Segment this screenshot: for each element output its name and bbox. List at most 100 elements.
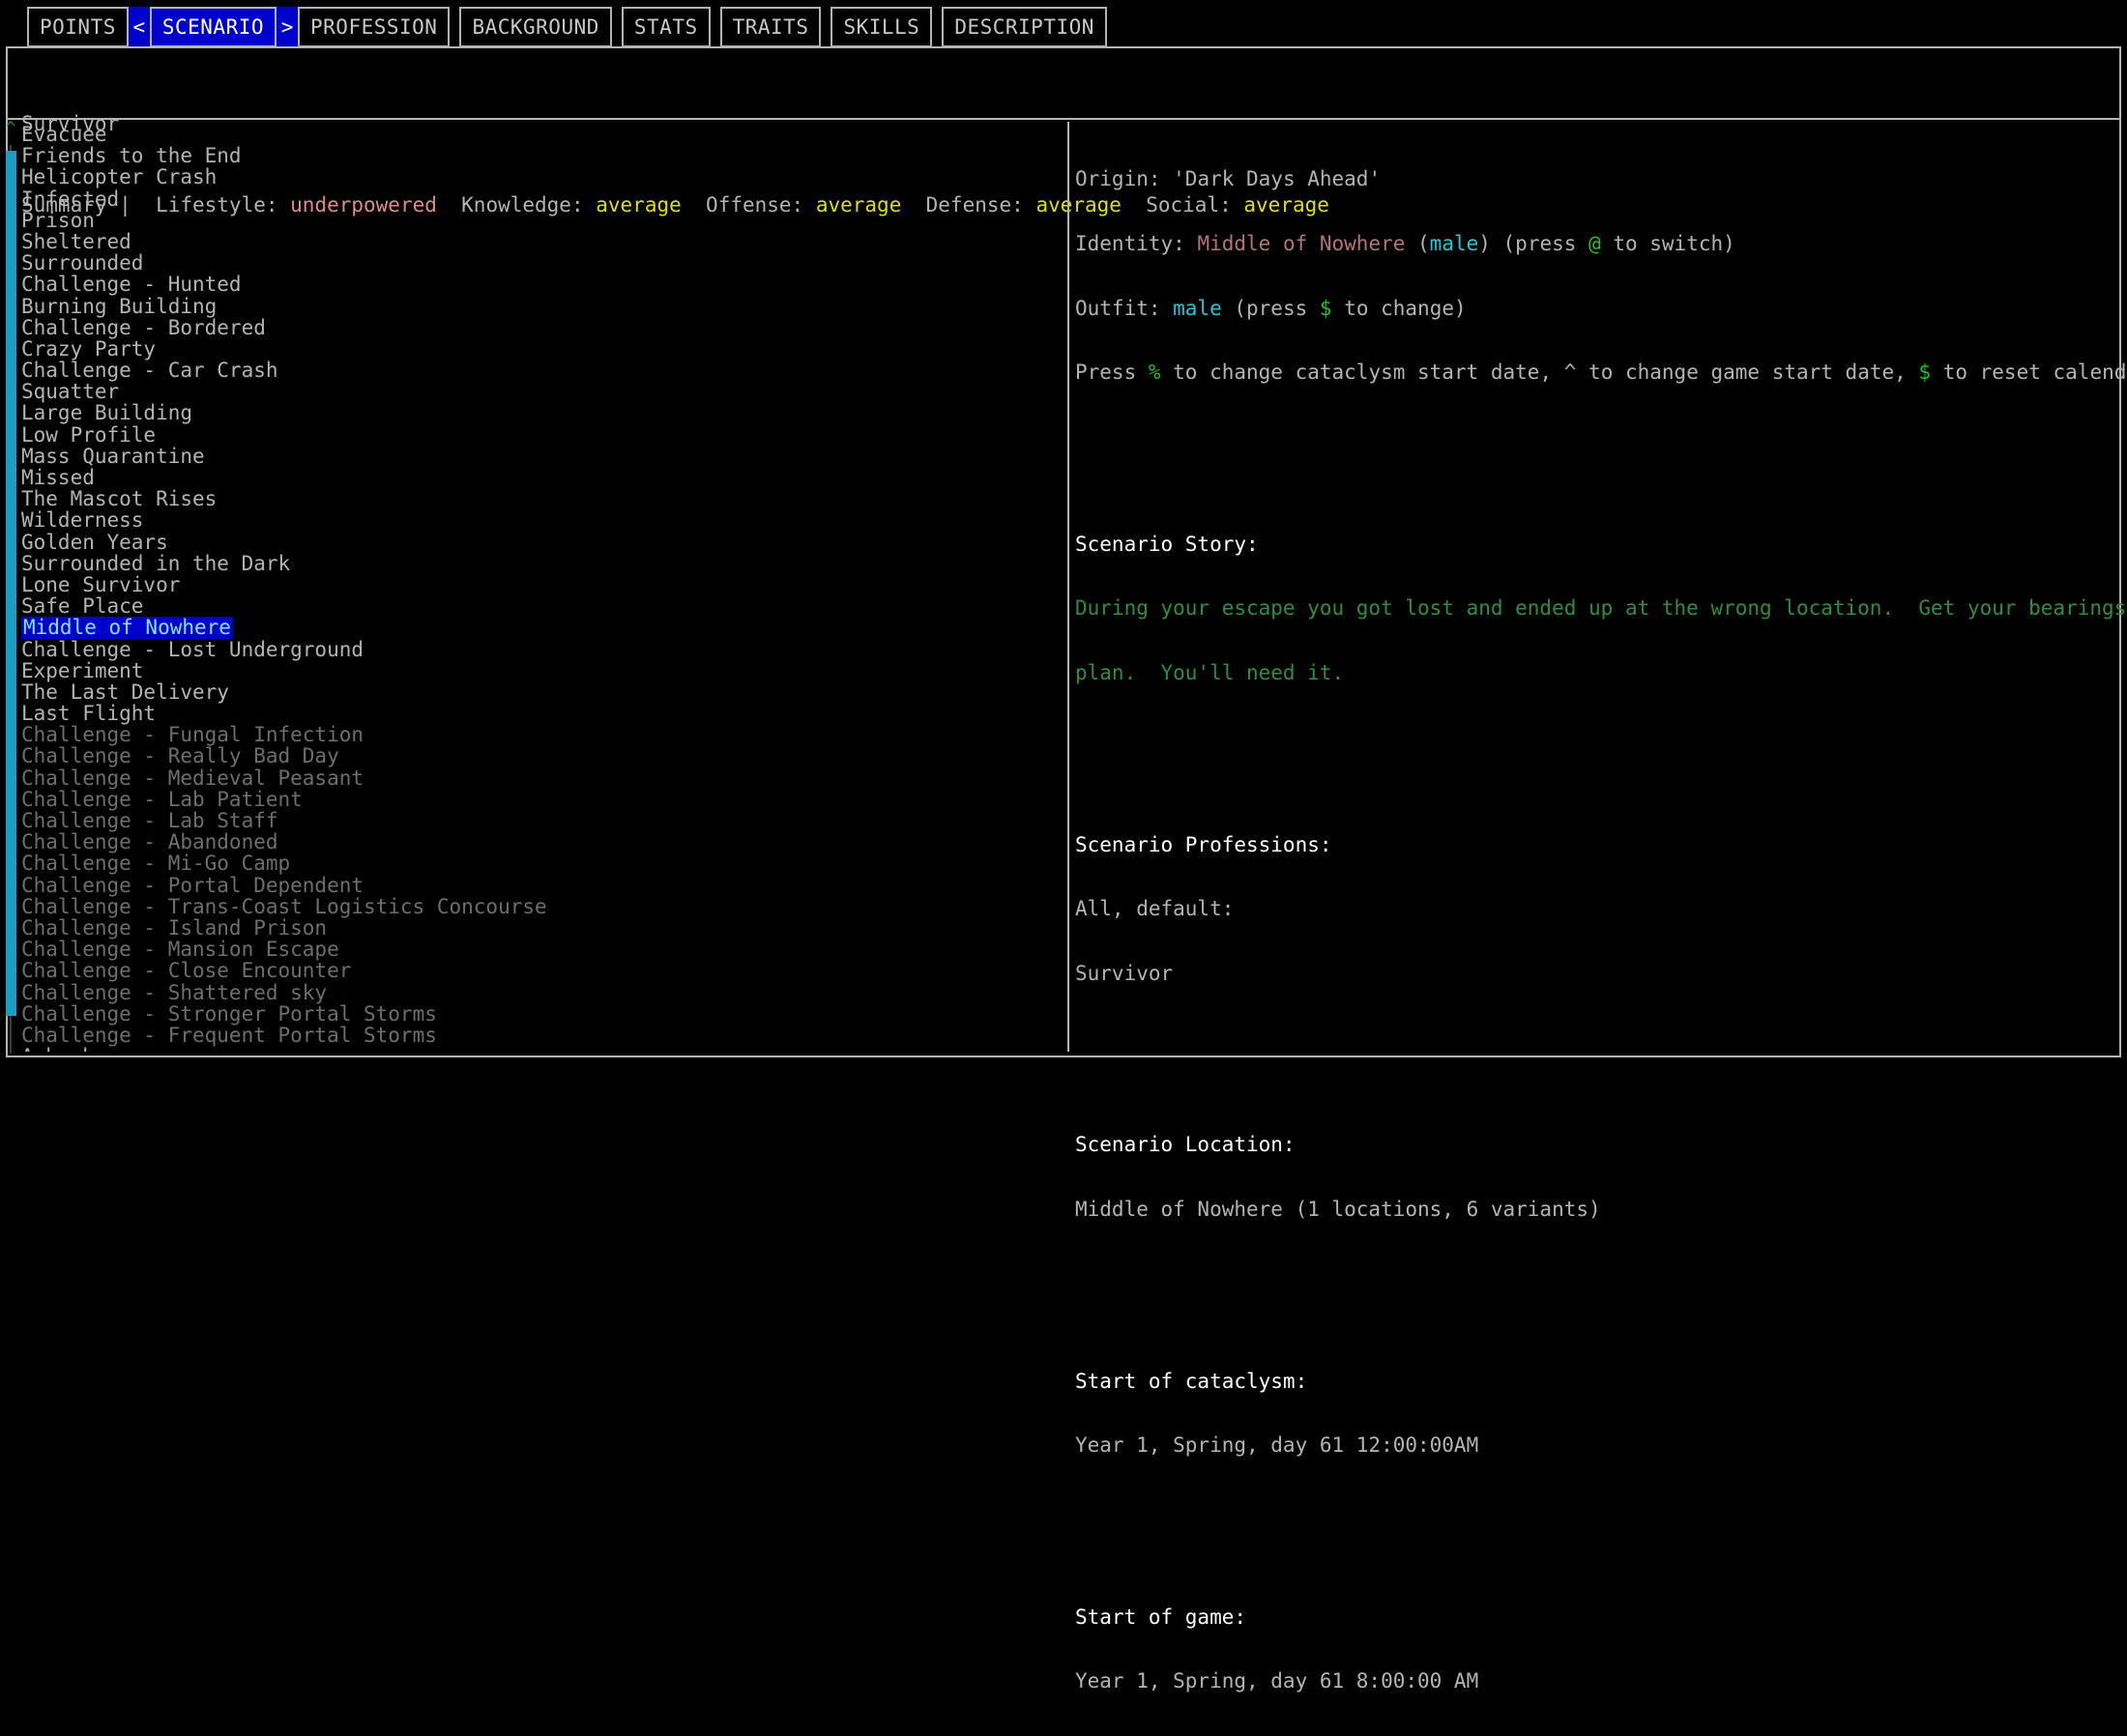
reset-calendar-hotkey[interactable]: $ xyxy=(1918,361,1931,384)
detail-identity: Identity: Middle of Nowhere (male) (pres… xyxy=(1075,233,2110,254)
scenario-list[interactable]: Evacuee Friends to the End Helicopter Cras… xyxy=(21,124,1065,1052)
tab-profession-label: PROFESSION xyxy=(310,14,438,39)
list-item[interactable]: Burning Building xyxy=(21,295,1065,316)
list-item[interactable]: Challenge - Lab Patient xyxy=(21,789,1065,810)
list-item[interactable]: Helicopter Crash xyxy=(21,166,1065,188)
list-item[interactable]: Crazy Party xyxy=(21,338,1065,360)
detail-origin: Origin: 'Dark Days Ahead' xyxy=(1075,168,2110,189)
list-item[interactable]: Challenge - Close Encounter xyxy=(21,960,1065,981)
tab-background-label: BACKGROUND xyxy=(472,14,599,39)
scenario-professions-line-2: Survivor xyxy=(1075,961,1174,985)
character-creation-screen: POINTS < SCENARIO > PROFESSION BACKGROUN… xyxy=(0,0,2127,1693)
list-item[interactable]: Evacuee xyxy=(21,124,1065,145)
tab-description[interactable]: DESCRIPTION xyxy=(942,7,1107,47)
outfit-value: male xyxy=(1173,296,1222,320)
list-item[interactable]: Challenge - Frequent Portal Storms xyxy=(21,1025,1065,1046)
panel-splitter xyxy=(1067,122,1069,1052)
list-item[interactable]: Mass Quarantine xyxy=(21,446,1065,467)
list-item[interactable]: Challenge - Abandoned xyxy=(21,831,1065,853)
start-of-game-value: Year 1, Spring, day 61 8:00:00 AM xyxy=(1075,1669,1479,1693)
list-item-label-selected: Middle of Nowhere xyxy=(21,616,233,640)
prev-arrow-glyph: < xyxy=(132,14,146,39)
scenario-location-header: Scenario Location: xyxy=(1075,1133,1296,1157)
list-item[interactable]: Challenge - Mi-Go Camp xyxy=(21,853,1065,874)
list-item[interactable]: Experiment xyxy=(21,659,1065,680)
press-prefix: Press xyxy=(1075,361,1149,385)
list-item[interactable]: Safe Place xyxy=(21,595,1065,617)
identity-gender: male xyxy=(1429,232,1479,255)
tab-stats[interactable]: STATS xyxy=(621,7,711,47)
start-of-cataclysm-header: Start of cataclysm: xyxy=(1075,1369,1308,1393)
tab-scenario[interactable]: SCENARIO xyxy=(149,7,277,47)
list-item[interactable]: Challenge - Bordered xyxy=(21,316,1065,337)
cataclysm-date-hotkey[interactable]: % xyxy=(1149,361,1161,384)
scroll-up-arrow-icon[interactable]: ^ xyxy=(6,121,15,137)
list-item[interactable]: Challenge - Shattered sky xyxy=(21,981,1065,1002)
game-date-hotkey[interactable]: ^ xyxy=(1564,361,1577,384)
detail-outfit: Outfit: male (press $ to change) xyxy=(1075,296,2110,320)
list-item[interactable]: Challenge - Trans-Coast Logistics Concou… xyxy=(21,896,1065,917)
press-tail: to reset calendar. xyxy=(1942,361,2127,385)
list-item[interactable]: Challenge - Really Bad Day xyxy=(21,745,1065,767)
identity-paren-close: ) (press xyxy=(1478,232,1589,255)
list-item[interactable]: Squatter xyxy=(21,381,1065,402)
origin-label: Origin: xyxy=(1075,167,1174,191)
tab-skills[interactable]: SKILLS xyxy=(830,7,933,47)
outfit-mid: (press xyxy=(1221,296,1320,320)
list-item[interactable]: Middle of Nowhere xyxy=(21,616,1065,640)
list-item[interactable]: Large Building xyxy=(21,402,1065,423)
list-item[interactable]: Wilderness xyxy=(21,509,1065,531)
detail-calendar-hints: Press % to change cataclysm start date, … xyxy=(1075,361,2127,385)
identity-hotkey[interactable]: @ xyxy=(1588,232,1601,255)
list-item[interactable]: The Last Delivery xyxy=(21,681,1065,703)
prev-tab-arrow-icon[interactable]: < xyxy=(128,7,150,47)
list-item[interactable]: Ambush xyxy=(21,1046,1065,1052)
scenario-story-line-1: During your escape you got lost and ende… xyxy=(1075,596,2127,621)
list-item[interactable]: Challenge - Lost Underground xyxy=(21,638,1065,659)
list-item[interactable]: Last Flight xyxy=(21,703,1065,724)
tab-description-label: DESCRIPTION xyxy=(954,14,1094,39)
tab-points[interactable]: POINTS xyxy=(27,7,129,47)
list-item[interactable]: Challenge - Hunted xyxy=(21,274,1065,295)
tab-skills-label: SKILLS xyxy=(843,14,920,39)
list-item[interactable]: Challenge - Lab Staff xyxy=(21,810,1065,831)
outfit-hotkey[interactable]: $ xyxy=(1320,297,1332,320)
tab-background[interactable]: BACKGROUND xyxy=(459,7,612,47)
list-item[interactable]: Challenge - Portal Dependent xyxy=(21,874,1065,895)
tab-profession[interactable]: PROFESSION xyxy=(298,7,451,47)
scrollbar-thumb[interactable] xyxy=(6,151,16,1016)
list-item[interactable]: The Mascot Rises xyxy=(21,488,1065,509)
scenario-professions-line-1: All, default: xyxy=(1075,897,1235,921)
list-item[interactable]: Friends to the End xyxy=(21,145,1065,166)
list-item[interactable]: Lone Survivor xyxy=(21,574,1065,595)
list-item[interactable]: Sheltered xyxy=(21,231,1065,252)
list-item[interactable]: Infected xyxy=(21,188,1065,209)
list-item[interactable]: Missed xyxy=(21,467,1065,488)
list-item[interactable]: Challenge - Car Crash xyxy=(21,360,1065,381)
list-item[interactable]: Prison xyxy=(21,210,1065,231)
identity-label: Identity: xyxy=(1075,232,1198,255)
list-item[interactable]: Challenge - Medieval Peasant xyxy=(21,767,1065,788)
list-item[interactable]: Golden Years xyxy=(21,531,1065,552)
scenario-story-line-2: plan. You'll need it. xyxy=(1075,660,1345,684)
list-item[interactable]: Challenge - Island Prison xyxy=(21,917,1065,939)
next-tab-arrow-icon[interactable]: > xyxy=(277,7,299,47)
list-item[interactable]: Challenge - Mansion Escape xyxy=(21,939,1065,960)
tab-scenario-label: SCENARIO xyxy=(161,14,265,39)
identity-tail: to switch) xyxy=(1600,232,1735,255)
outfit-label: Outfit: xyxy=(1075,296,1174,320)
list-item[interactable]: Challenge - Stronger Portal Storms xyxy=(21,1002,1065,1024)
list-item[interactable]: Surrounded in the Dark xyxy=(21,553,1065,574)
list-item[interactable]: Challenge - Fungal Infection xyxy=(21,724,1065,745)
list-item[interactable]: Surrounded xyxy=(21,252,1065,274)
tab-traits[interactable]: TRAITS xyxy=(719,7,822,47)
press-mid-2: to change game start date, xyxy=(1576,361,1919,385)
list-item[interactable]: Low Profile xyxy=(21,423,1065,445)
outfit-tail: to change) xyxy=(1331,296,1467,320)
tab-traits-label: TRAITS xyxy=(732,14,809,39)
scenario-location-value: Middle of Nowhere (1 locations, 6 varian… xyxy=(1075,1197,1601,1221)
